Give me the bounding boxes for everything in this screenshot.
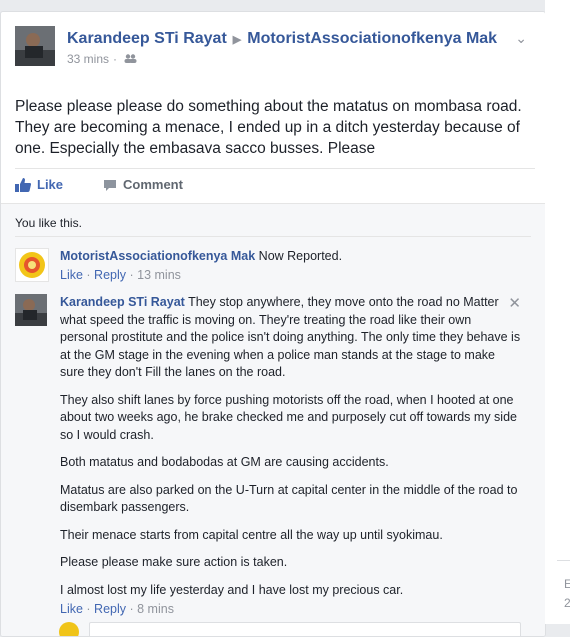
comment-item: ✕ Karandeep STi Rayat They stop anywhere… — [15, 294, 535, 616]
comment-body: Karandeep STi Rayat They stop anywhere, … — [60, 294, 522, 619]
likes-summary: You like this. — [15, 216, 82, 230]
right-column-fragment: E 2 — [545, 0, 570, 624]
right-column-letter: 2 — [564, 596, 570, 610]
comment-actions: Like · Reply · 8 mins — [60, 602, 174, 616]
comment-time[interactable]: 13 mins — [137, 268, 181, 282]
post-author-name[interactable]: Karandeep STi Rayat — [67, 30, 227, 47]
comment-like-link[interactable]: Like — [60, 602, 83, 616]
chevron-down-icon[interactable]: ⌄ — [515, 30, 527, 47]
post-card: Karandeep STi Rayat ▶ MotoristAssociationo… — [0, 11, 546, 637]
post-meta: 33 mins · — [67, 52, 137, 66]
post-timestamp[interactable]: 33 mins — [67, 52, 109, 66]
comment-paragraph: Please please make sure action is taken. — [60, 555, 288, 569]
friends-icon[interactable] — [121, 52, 137, 66]
comment-like-link[interactable]: Like — [60, 268, 83, 282]
post-author-line: Karandeep STi Rayat ▶ MotoristAssociationo… — [67, 30, 497, 48]
comment-bubble-icon — [104, 180, 116, 191]
comment-reply-link[interactable]: Reply — [94, 268, 126, 282]
comment-button[interactable]: Comment — [103, 177, 183, 192]
like-button[interactable]: Like — [15, 177, 63, 192]
comment-time[interactable]: 8 mins — [137, 602, 174, 616]
comment-text: Now Reported. — [258, 249, 343, 263]
post-body-text: Please please please do something about … — [15, 98, 522, 157]
like-label: Like — [37, 177, 64, 192]
comment-author[interactable]: MotoristAssociationofkenya Mak — [60, 249, 255, 263]
comment-body: MotoristAssociationofkenya Mak Now Repor… — [60, 248, 522, 284]
post-target-group[interactable]: MotoristAssociationofkenya Mak — [247, 30, 497, 47]
divider — [15, 168, 535, 169]
right-column-text: E 2 — [564, 575, 570, 613]
reply-input[interactable] — [89, 622, 521, 636]
feedback-section: You like this. MotoristAssociationofkeny… — [1, 203, 545, 636]
comment-item: MotoristAssociationofkenya Mak Now Repor… — [15, 248, 535, 288]
post-actions: Like Comment — [15, 174, 535, 198]
comment-paragraph: Both matatus and bodabodas at GM are cau… — [60, 455, 389, 469]
triangle-right-icon: ▶ — [232, 34, 242, 46]
post-header: Karandeep STi Rayat ▶ MotoristAssociationo… — [15, 26, 535, 71]
commenter-avatar[interactable] — [15, 294, 47, 326]
divider — [15, 236, 531, 237]
thumbs-up-icon — [15, 178, 31, 192]
comment-paragraph: Matatus are also parked on the U-Turn at… — [60, 482, 518, 515]
meta-separator: · — [113, 52, 118, 66]
comment-paragraph: I almost lost my life yesterday and I ha… — [60, 582, 404, 597]
comment-paragraph: Their menace starts from capital centre … — [60, 527, 443, 542]
right-column-letter: E — [564, 577, 570, 591]
comment-actions: Like · Reply · 13 mins — [60, 267, 181, 282]
divider — [557, 560, 570, 561]
reply-avatar — [59, 622, 79, 636]
group-avatar[interactable] — [15, 248, 49, 282]
comment-label: Comment — [123, 177, 183, 192]
comment-paragraph: They also shift lanes by force pushing m… — [60, 392, 517, 442]
comment-reply-link[interactable]: Reply — [94, 602, 126, 616]
author-avatar[interactable] — [15, 26, 55, 66]
comment-author[interactable]: Karandeep STi Rayat — [60, 295, 185, 309]
